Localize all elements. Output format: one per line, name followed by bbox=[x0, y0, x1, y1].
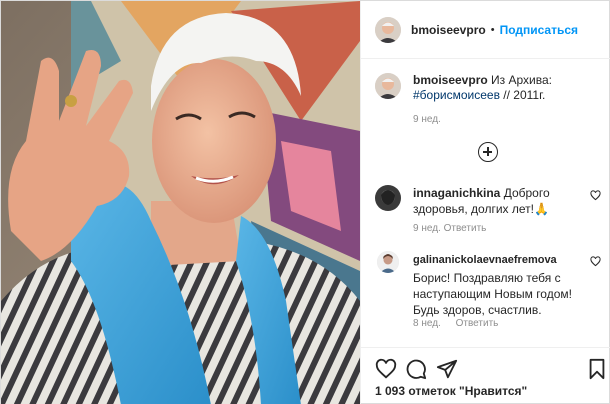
share-icon[interactable] bbox=[436, 358, 458, 380]
follow-button[interactable]: Подписаться bbox=[500, 23, 578, 37]
caption-hashtag[interactable]: #борисмоисеев bbox=[413, 88, 500, 102]
comment-body: innaganichkina Доброго здоровья, долгих … bbox=[413, 185, 583, 217]
caption-text: Из Архива: bbox=[491, 73, 553, 87]
caption-timestamp[interactable]: 9 нед. bbox=[413, 114, 441, 125]
post-photo[interactable] bbox=[1, 1, 360, 404]
heart-icon[interactable] bbox=[375, 358, 397, 380]
action-bar bbox=[361, 347, 610, 383]
post-sidebar: bmoiseevpro • Подписаться bmoiseevpro Из… bbox=[360, 1, 610, 404]
reply-button[interactable]: Ответить bbox=[444, 223, 487, 234]
comment-heart-icon[interactable] bbox=[590, 256, 601, 267]
header-separator: • bbox=[490, 23, 495, 36]
comment-username[interactable]: galinanickolaevnaefremova bbox=[413, 254, 557, 266]
author-avatar[interactable] bbox=[375, 16, 401, 43]
caption-avatar[interactable] bbox=[375, 73, 401, 99]
comment-meta: 9 нед. Ответить bbox=[413, 223, 486, 234]
comment-text: Борис! Поздравляю тебя с наступающим Нов… bbox=[413, 271, 572, 317]
commenter-avatar[interactable] bbox=[377, 251, 399, 273]
comment-item: galinanickolaevnaefremova Борис! Поздрав… bbox=[375, 251, 601, 318]
instagram-post: bmoiseevpro • Подписаться bmoiseevpro Из… bbox=[0, 0, 610, 404]
plus-circle-icon[interactable] bbox=[478, 142, 498, 162]
author-username[interactable]: bmoiseevpro bbox=[411, 23, 486, 37]
commenter-avatar[interactable] bbox=[375, 185, 401, 211]
comment-body: galinanickolaevnaefremova Борис! Поздрав… bbox=[413, 251, 583, 318]
caption-username[interactable]: bmoiseevpro bbox=[413, 73, 488, 87]
comment-time[interactable]: 8 нед. bbox=[413, 318, 441, 329]
caption-body: bmoiseevpro Из Архива: #борисмоисеев // … bbox=[413, 73, 552, 103]
portrait-illustration bbox=[1, 1, 360, 404]
post-header: bmoiseevpro • Подписаться bbox=[361, 1, 610, 59]
reply-button[interactable]: Ответить bbox=[456, 318, 499, 329]
caption-suffix: // 2011г. bbox=[503, 88, 546, 102]
comment-time[interactable]: 9 нед. bbox=[413, 223, 441, 234]
comment-icon[interactable] bbox=[405, 358, 427, 380]
likes-count[interactable]: 1 093 отметок "Нравится" bbox=[375, 384, 527, 398]
comment-item: innaganichkina Доброго здоровья, долгих … bbox=[375, 185, 601, 217]
comment-username[interactable]: innaganichkina bbox=[413, 186, 500, 200]
comment-heart-icon[interactable] bbox=[590, 190, 601, 201]
post-caption: bmoiseevpro Из Архива: #борисмоисеев // … bbox=[375, 73, 601, 103]
bookmark-icon[interactable] bbox=[586, 358, 608, 380]
comment-meta: 8 нед. Ответить bbox=[413, 318, 498, 329]
